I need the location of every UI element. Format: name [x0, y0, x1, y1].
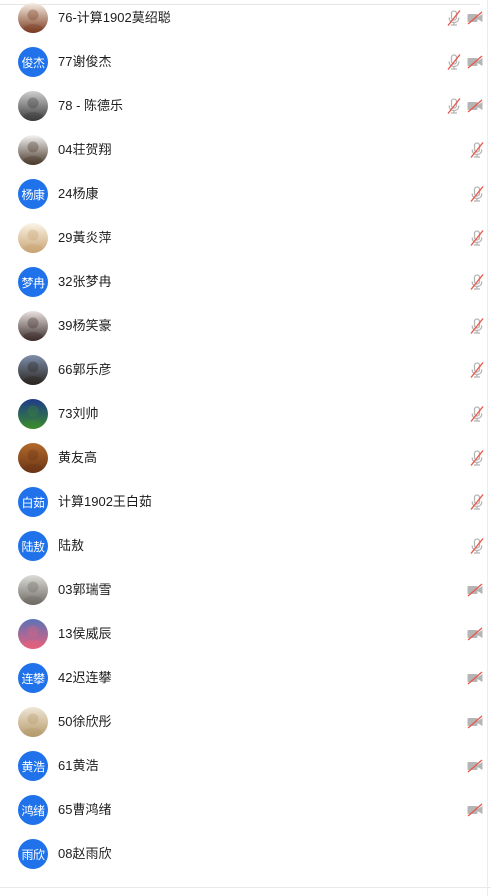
participant-row[interactable]: 73刘帅 [0, 392, 491, 436]
avatar-photo [18, 223, 48, 253]
microphone-muted-icon[interactable] [468, 229, 486, 247]
participant-name: 24杨康 [58, 186, 99, 201]
avatar-initials-text: 杨康 [21, 187, 45, 202]
microphone-muted-icon[interactable] [445, 53, 463, 71]
avatar-initials: 雨欣 [18, 839, 48, 869]
participant-row[interactable]: 29黃炎萍 [0, 216, 491, 260]
avatar-initials: 俊杰 [18, 47, 48, 77]
avatar-initials: 连攀 [18, 663, 48, 693]
participant-name: 04荘贺翔 [58, 142, 112, 157]
video-camera-off-icon[interactable] [466, 801, 484, 819]
avatar-photo [18, 575, 48, 605]
avatar-initials-text: 俊杰 [21, 55, 45, 70]
participant-row[interactable]: 连攀 42迟连攀 [0, 656, 491, 700]
avatar-initials-text: 梦冉 [21, 275, 45, 290]
participant-name: 65曹鸿绪 [58, 802, 112, 817]
participant-name: 13侯威辰 [58, 626, 112, 641]
participant-row[interactable]: 雨欣 08赵雨欣 [0, 832, 491, 876]
microphone-muted-icon[interactable] [468, 185, 486, 203]
microphone-muted-icon[interactable] [445, 97, 463, 115]
participant-row[interactable]: 03郭瑞雪 [0, 568, 491, 612]
avatar-initials-text: 雨欣 [21, 847, 45, 862]
participant-row[interactable]: 04荘贺翔 [0, 128, 491, 172]
avatar-initials: 黄浩 [18, 751, 48, 781]
participant-row[interactable]: 梦冉 32张梦冉 [0, 260, 491, 304]
video-camera-off-icon[interactable] [466, 9, 484, 27]
video-camera-off-icon[interactable] [466, 53, 484, 71]
participant-row[interactable]: 鸿绪 65曹鸿绪 [0, 788, 491, 832]
participant-row[interactable]: 13侯威辰 [0, 612, 491, 656]
participant-name: 76-计算1902莫绍聪 [58, 10, 171, 25]
video-camera-off-icon[interactable] [466, 625, 484, 643]
participant-row[interactable]: 白茹 计算1902王白茹 [0, 480, 491, 524]
participant-row[interactable]: 黄友高 [0, 436, 491, 480]
video-camera-off-icon[interactable] [466, 669, 484, 687]
participant-name: 73刘帅 [58, 406, 99, 421]
participant-list: 76-计算1902莫绍聪俊杰 77谢俊杰 78 - 陈德乐 04荘贺翔杨康 24杨康 29… [0, 0, 491, 876]
microphone-muted-icon[interactable] [468, 493, 486, 511]
avatar-photo [18, 135, 48, 165]
video-camera-off-icon[interactable] [466, 757, 484, 775]
participant-row[interactable]: 陆敖 陆敖 [0, 524, 491, 568]
microphone-muted-icon[interactable] [468, 405, 486, 423]
participant-row[interactable]: 66郭乐彦 [0, 348, 491, 392]
avatar-initials-text: 白茹 [21, 495, 45, 510]
participant-row[interactable]: 50徐欣彤 [0, 700, 491, 744]
participant-name: 42迟连攀 [58, 670, 112, 685]
video-camera-off-icon[interactable] [466, 581, 484, 599]
avatar-photo [18, 91, 48, 121]
participant-name: 39杨笑豪 [58, 318, 112, 333]
video-camera-off-icon[interactable] [466, 97, 484, 115]
participant-name: 78 - 陈德乐 [58, 98, 124, 113]
participant-name: 计算1902王白茹 [58, 494, 152, 509]
avatar-initials: 鸿绪 [18, 795, 48, 825]
participant-row[interactable]: 杨康 24杨康 [0, 172, 491, 216]
microphone-muted-icon[interactable] [468, 317, 486, 335]
avatar-photo [18, 443, 48, 473]
microphone-muted-icon[interactable] [468, 449, 486, 467]
participant-row[interactable]: 78 - 陈德乐 [0, 84, 491, 128]
avatar-photo [18, 707, 48, 737]
microphone-muted-icon[interactable] [468, 537, 486, 555]
participant-name: 77谢俊杰 [58, 54, 112, 69]
avatar-initials-text: 连攀 [21, 671, 45, 686]
participant-name: 黄友高 [58, 450, 98, 465]
participant-name: 50徐欣彤 [58, 714, 112, 729]
participant-row[interactable]: 76-计算1902莫绍聪 [0, 0, 491, 40]
microphone-muted-icon[interactable] [468, 361, 486, 379]
participant-name: 29黃炎萍 [58, 230, 112, 245]
avatar-initials: 杨康 [18, 179, 48, 209]
participant-name: 陆敖 [58, 538, 85, 553]
participant-name: 08赵雨欣 [58, 846, 112, 861]
participant-row[interactable]: 39杨笑豪 [0, 304, 491, 348]
avatar-initials: 梦冉 [18, 267, 48, 297]
avatar-initials: 陆敖 [18, 531, 48, 561]
avatar-photo [18, 3, 48, 33]
microphone-muted-icon[interactable] [445, 9, 463, 27]
participant-name: 03郭瑞雪 [58, 582, 112, 597]
avatar-initials: 白茹 [18, 487, 48, 517]
video-camera-off-icon[interactable] [466, 713, 484, 731]
bottom-divider [0, 887, 491, 888]
participant-row[interactable]: 俊杰 77谢俊杰 [0, 40, 491, 84]
participant-row[interactable]: 黄浩 61黄浩 [0, 744, 491, 788]
avatar-photo [18, 619, 48, 649]
microphone-muted-icon[interactable] [468, 141, 486, 159]
participant-name: 32张梦冉 [58, 274, 112, 289]
avatar-initials-text: 黄浩 [21, 759, 45, 774]
microphone-muted-icon[interactable] [468, 273, 486, 291]
avatar-photo [18, 311, 48, 341]
participant-name: 61黄浩 [58, 758, 99, 773]
avatar-initials-text: 鸿绪 [21, 803, 45, 818]
avatar-photo [18, 399, 48, 429]
participant-name: 66郭乐彦 [58, 362, 112, 377]
avatar-photo [18, 355, 48, 385]
avatar-initials-text: 陆敖 [21, 539, 45, 554]
